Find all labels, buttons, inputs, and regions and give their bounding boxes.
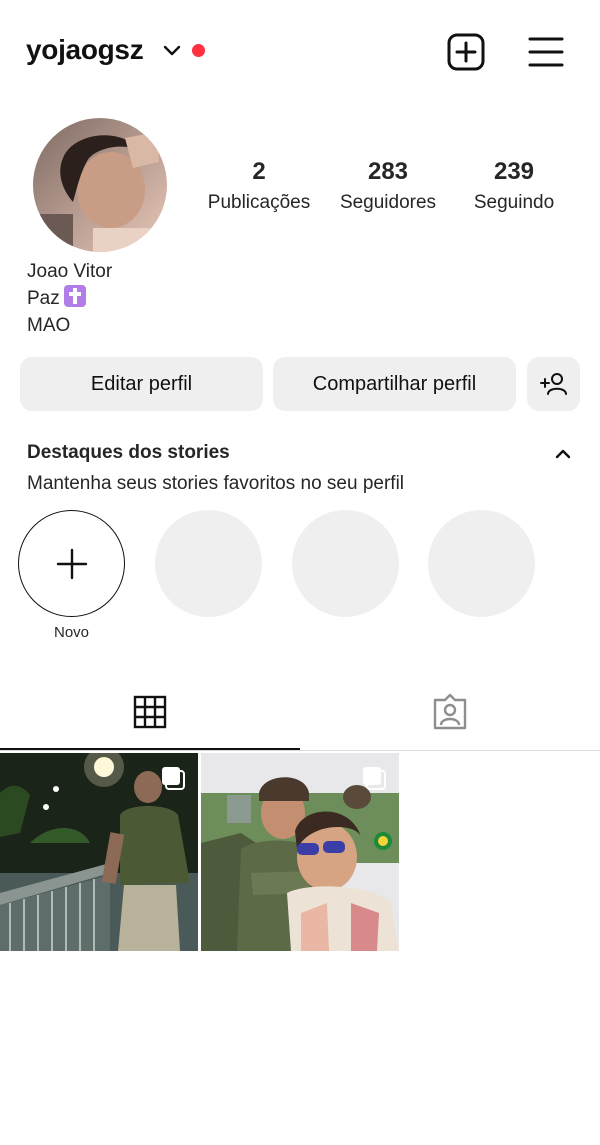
post-thumbnail[interactable] — [0, 753, 198, 951]
profile-bio: Joao Vitor Paz MAO — [27, 258, 112, 339]
tab-divider — [0, 750, 600, 751]
posts-stat[interactable]: 2 Publicações — [200, 156, 318, 218]
highlights-title: Destaques dos stories — [27, 442, 230, 463]
carousel-icon — [162, 767, 185, 790]
add-person-icon — [539, 373, 567, 395]
highlight-placeholder — [155, 510, 262, 617]
carousel-icon — [363, 767, 386, 790]
post-thumbnail[interactable] — [201, 753, 399, 951]
bio-text: Paz — [27, 288, 60, 309]
highlight-placeholder — [428, 510, 535, 617]
discover-people-button[interactable] — [527, 357, 580, 411]
posts-count: 2 — [252, 158, 266, 185]
posts-label: Publicações — [207, 192, 311, 213]
notification-dot — [192, 44, 205, 57]
bio-line-2: MAO — [27, 315, 71, 336]
highlight-placeholder — [292, 510, 399, 617]
following-count: 239 — [493, 158, 535, 185]
tagged-icon — [433, 693, 467, 730]
menu-icon[interactable] — [526, 33, 566, 73]
tab-posts-grid[interactable] — [0, 675, 300, 749]
new-highlight-button[interactable] — [18, 510, 125, 617]
followers-count: 283 — [367, 158, 409, 185]
followers-label: Seguidores — [339, 192, 437, 213]
grid-icon — [133, 695, 167, 729]
tab-tagged[interactable] — [300, 675, 600, 749]
new-highlight-label: Novo — [53, 624, 90, 641]
chevron-up-icon[interactable] — [552, 443, 574, 465]
following-label: Seguindo — [473, 192, 555, 213]
cross-emoji-icon — [63, 285, 86, 307]
chevron-down-icon[interactable] — [160, 38, 184, 62]
bio-line-1: Paz — [27, 285, 112, 312]
plus-icon — [56, 548, 87, 579]
top-bar: yojaogsz — [0, 0, 600, 104]
highlights-subtitle: Mantenha seus stories favoritos no seu p… — [27, 473, 405, 494]
following-stat[interactable]: 239 Seguindo — [456, 156, 572, 218]
edit-profile-button[interactable]: Editar perfil — [20, 357, 263, 411]
new-post-icon[interactable] — [446, 32, 486, 72]
profile-avatar[interactable] — [33, 118, 167, 252]
followers-stat[interactable]: 283 Seguidores — [330, 156, 446, 218]
username[interactable]: yojaogsz — [26, 34, 144, 66]
share-profile-button[interactable]: Compartilhar perfil — [273, 357, 516, 411]
profile-name: Joao Vitor — [27, 261, 113, 282]
